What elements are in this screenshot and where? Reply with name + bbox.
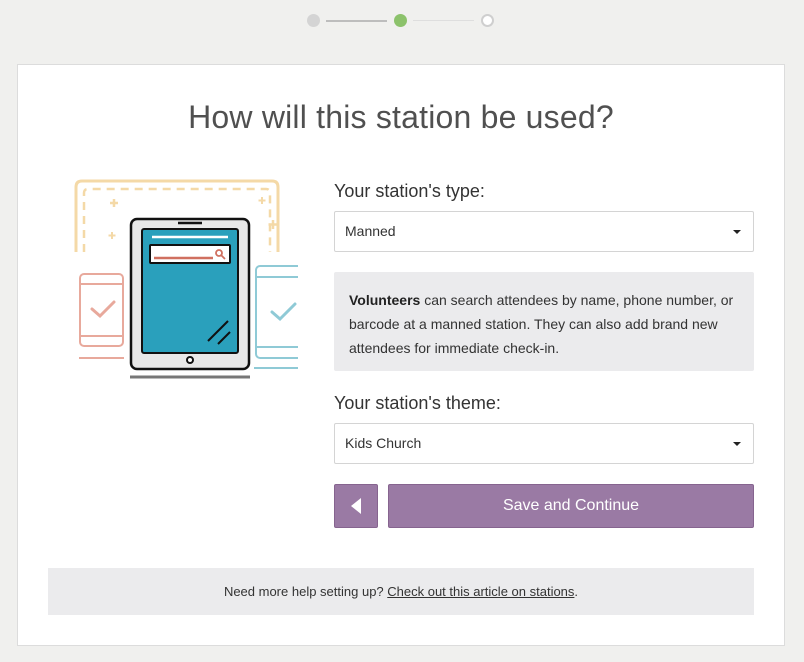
station-type-description: Volunteers can search attendees by name,… — [334, 272, 754, 371]
help-bar: Need more help setting up? Check out thi… — [48, 568, 754, 615]
page-title: How will this station be used? — [188, 99, 614, 135]
step-connector — [326, 20, 387, 22]
station-type-label: Your station's type: — [334, 181, 485, 201]
description-emphasis: Volunteers — [349, 292, 421, 308]
station-theme-select[interactable]: Kids Church — [334, 423, 754, 464]
station-type-value: Manned — [345, 223, 396, 239]
stations-article-link[interactable]: Check out this article on stations — [387, 584, 574, 599]
step-2-dot — [394, 14, 407, 27]
step-1-dot — [307, 14, 320, 27]
caret-left-icon — [351, 498, 361, 514]
station-theme-label: Your station's theme: — [334, 393, 501, 413]
step-3-dot — [481, 14, 494, 27]
help-suffix: . — [574, 584, 579, 599]
back-button[interactable] — [334, 484, 378, 528]
station-type-select[interactable]: Manned — [334, 211, 754, 252]
caret-down-icon — [733, 230, 741, 234]
caret-down-icon — [733, 442, 741, 446]
setup-card: How will this station be used? Your stat… — [17, 64, 785, 646]
save-and-continue-button[interactable]: Save and Continue — [388, 484, 754, 528]
step-connector — [413, 20, 474, 21]
station-illustration-icon — [74, 179, 298, 379]
progress-stepper — [306, 14, 494, 28]
help-text: Need more help setting up? — [223, 584, 388, 599]
station-theme-value: Kids Church — [345, 435, 422, 451]
